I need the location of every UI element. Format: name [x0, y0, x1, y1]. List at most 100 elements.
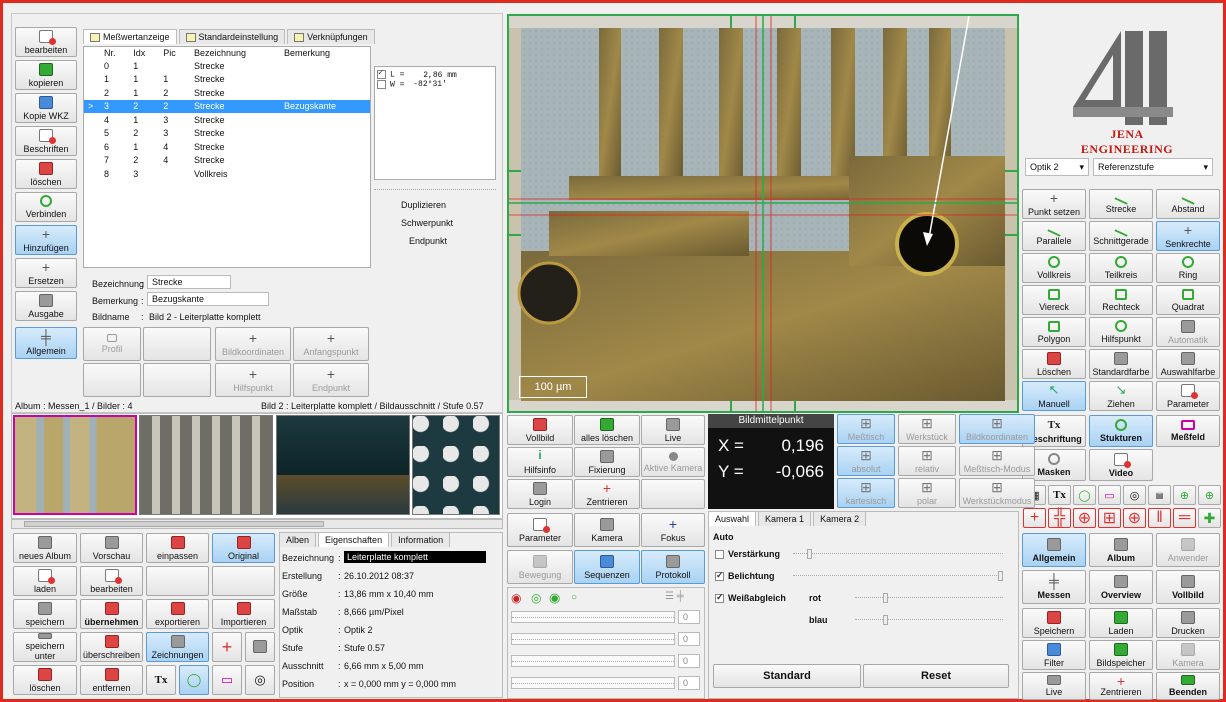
circle-tool[interactable]: ◯ — [1073, 485, 1096, 505]
light-double-ring-icon[interactable]: ◎ — [531, 591, 541, 605]
target-tool[interactable]: ⊕ — [1173, 485, 1196, 505]
rect-draw-button[interactable]: ▭ — [212, 665, 242, 695]
sequences-button[interactable]: Sequenzen — [574, 550, 640, 584]
wide-cross-tool[interactable]: ⊕ — [1123, 508, 1146, 528]
endpoint-link[interactable]: Endpunkt — [409, 236, 447, 246]
camera-settings-button[interactable]: Kamera — [574, 513, 640, 547]
ring-draw-button[interactable]: ◎ — [245, 665, 275, 695]
light-value-4[interactable]: 0 — [678, 676, 700, 690]
circle-draw-button[interactable]: ◯ — [179, 665, 209, 695]
light-slider-2[interactable] — [511, 633, 675, 645]
name-field[interactable]: Strecke — [147, 275, 231, 289]
table-row[interactable]: 0 1 Strecke — [84, 59, 370, 73]
table-row[interactable]: 5 2 3 Strecke — [84, 127, 370, 141]
red-slider[interactable] — [855, 592, 1003, 604]
thumbnail-2[interactable] — [139, 415, 273, 515]
tab-selection[interactable]: Auswahl — [708, 511, 757, 526]
end-point-button[interactable]: + Endpunkt — [293, 363, 369, 397]
save-button[interactable]: Speichern — [1022, 608, 1086, 638]
thumbnail-4[interactable] — [412, 415, 500, 515]
preview-button[interactable]: Vorschau — [80, 533, 143, 563]
connect-button[interactable]: Verbinden — [15, 192, 77, 222]
image-coords-button[interactable]: ⊞ Bildkoordinaten — [959, 414, 1035, 444]
workpiece-button[interactable]: ⊞ Werkstück — [898, 414, 956, 444]
nav-general-button[interactable]: Allgemein — [1022, 533, 1086, 567]
nav-album-button[interactable]: Album — [1089, 533, 1153, 567]
default-color-button[interactable]: Standardfarbe — [1089, 349, 1153, 379]
blue-thumb[interactable] — [883, 615, 888, 625]
parameter-button[interactable]: Parameter — [507, 513, 573, 547]
nav-overview-button[interactable]: Overview — [1089, 570, 1153, 604]
original-button[interactable]: Original — [212, 533, 275, 563]
table-row[interactable]: 2 1 2 Strecke — [84, 86, 370, 100]
light-value-3[interactable]: 0 — [678, 654, 700, 668]
note-field[interactable]: Bezugskante — [147, 292, 269, 306]
blue-slider[interactable] — [855, 614, 1003, 626]
set-point-button[interactable]: + Punkt setzen — [1022, 189, 1086, 219]
helper-point-button[interactable]: + Hilfspunkt — [215, 363, 291, 397]
tab-properties[interactable]: Eigenschaften — [318, 532, 390, 547]
delete-tool-button[interactable]: Löschen — [1022, 349, 1086, 379]
tab-links[interactable]: Verknüpfungen — [287, 29, 375, 44]
polar-button[interactable]: ⊞ polar — [898, 478, 956, 508]
nav-fullscreen-button[interactable]: Vollbild — [1156, 570, 1220, 604]
perpendicular-button[interactable]: + Senkrechte — [1156, 221, 1220, 251]
thumbnail-scrollbar[interactable] — [11, 519, 503, 529]
light-slider-3[interactable] — [511, 655, 675, 667]
length-checkbox[interactable] — [377, 68, 386, 79]
camera-view[interactable]: 100 µm — [507, 14, 1019, 413]
replace-button[interactable]: + Ersetzen — [15, 258, 77, 288]
center-view-button[interactable]: + Zentrieren — [574, 479, 640, 509]
save-as-button[interactable]: speichern unter — [13, 632, 77, 662]
table-row[interactable]: 4 1 3 Strecke — [84, 113, 370, 127]
camera-button[interactable]: Kamera — [1156, 640, 1220, 670]
text-tool[interactable]: Tx — [1048, 485, 1071, 505]
circle-cross-tool[interactable]: ⊕ — [1073, 508, 1096, 528]
cartesian-button[interactable]: ⊞ kartesisch — [837, 478, 895, 508]
col-name[interactable]: Bezeichnung — [190, 47, 280, 59]
filter-button[interactable]: Filter — [1022, 640, 1086, 670]
reference-dropdown[interactable]: Referenzstufe ▾ — [1093, 158, 1213, 176]
fit-button[interactable]: einpassen — [146, 533, 209, 563]
clear-all-button[interactable]: alles löschen — [574, 415, 640, 445]
measure-field-button[interactable]: Meßfeld — [1156, 415, 1220, 447]
automatic-button[interactable]: Automatik — [1156, 317, 1220, 347]
gain-slider[interactable] — [793, 548, 1003, 560]
fullscreen-image-button[interactable]: Vollbild — [507, 415, 573, 445]
table-row[interactable]: 1 1 1 Strecke — [84, 73, 370, 87]
thumbnail-1[interactable] — [13, 415, 137, 515]
overwrite-button[interactable]: überschreiben — [80, 632, 143, 662]
tab-default-settings[interactable]: Standardeinstellung — [178, 29, 286, 44]
exposure-checkbox[interactable] — [715, 570, 724, 582]
fixation-button[interactable]: Fixierung — [574, 447, 640, 477]
remove-button[interactable]: entfernen — [80, 665, 143, 695]
stage-mode-button[interactable]: ⊞ Meßtisch — [837, 414, 895, 444]
col-pic[interactable]: Pic — [159, 47, 190, 59]
login-button[interactable]: Login — [507, 479, 573, 509]
helper-point-button[interactable]: Hilfspunkt — [1089, 317, 1153, 347]
vertical-lines-tool[interactable]: ‖ — [1148, 508, 1171, 528]
exit-button[interactable]: Beenden — [1156, 672, 1220, 700]
light-slider-4[interactable] — [511, 677, 675, 689]
table-row[interactable]: >3 2 2 Strecke Bezugskante — [84, 99, 370, 113]
video-button[interactable]: Video — [1089, 449, 1153, 481]
cross-tool[interactable]: + — [1023, 508, 1046, 528]
light-value-1[interactable]: 0 — [678, 610, 700, 624]
duplicate-link[interactable]: Duplizieren — [401, 200, 446, 210]
load-button[interactable]: Laden — [1089, 608, 1153, 638]
load-album-button[interactable]: laden — [13, 566, 77, 596]
rect-tool[interactable]: ▭ — [1098, 485, 1121, 505]
text-draw-button[interactable]: Tx — [146, 665, 176, 695]
exposure-thumb[interactable] — [998, 571, 1003, 581]
help-info-button[interactable]: i Hilfsinfo — [507, 447, 573, 477]
double-cross-tool[interactable]: ╬ — [1048, 508, 1071, 528]
polygon-button[interactable]: Polygon — [1022, 317, 1086, 347]
scrollbar-thumb[interactable] — [24, 521, 324, 527]
focus-button[interactable]: + Fokus — [641, 513, 705, 547]
ruler-tool[interactable]: ▤ — [1148, 485, 1171, 505]
light-filled-ring-icon[interactable]: ◉ — [549, 590, 560, 606]
active-camera-button[interactable]: Aktive Kamera — [641, 447, 705, 477]
gain-thumb[interactable] — [807, 549, 812, 559]
manual-button[interactable]: ↖ Manuell — [1022, 381, 1086, 411]
parallel-button[interactable]: Parallele — [1022, 221, 1086, 251]
